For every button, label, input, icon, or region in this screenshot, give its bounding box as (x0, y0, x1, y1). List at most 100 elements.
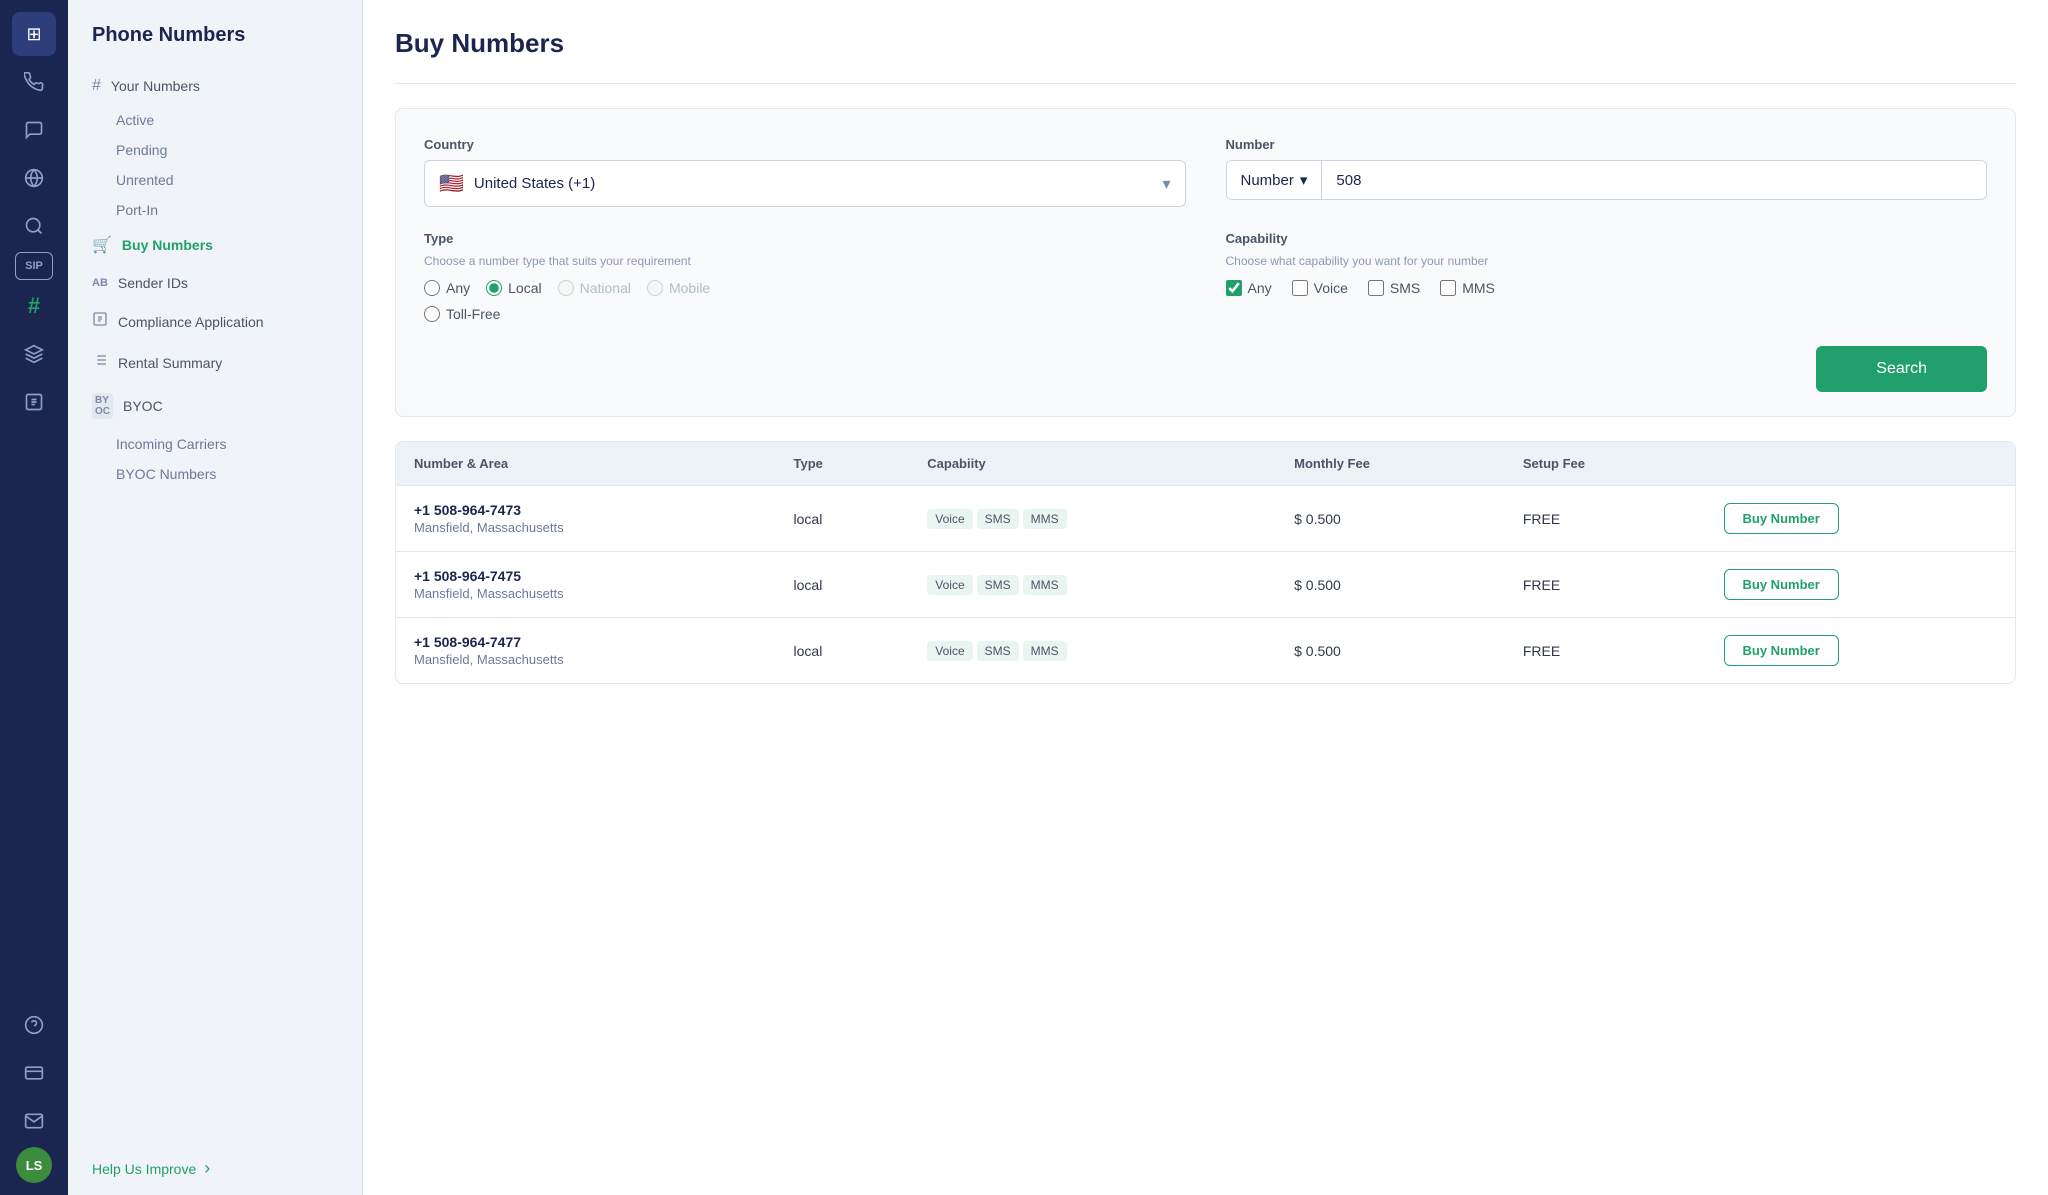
sip-icon[interactable]: SIP (15, 252, 53, 280)
search-icon[interactable] (12, 204, 56, 248)
cap-checkbox-mms[interactable] (1440, 280, 1456, 296)
type-section: Type Choose a number type that suits you… (424, 231, 1186, 322)
sidebar-item-rental-summary[interactable]: Rental Summary (68, 342, 362, 383)
layers-icon[interactable] (12, 332, 56, 376)
cell-monthly-fee: $ 0.500 (1276, 552, 1505, 618)
table-header-row: Number & Area Type Capabiity Monthly Fee… (396, 442, 2015, 486)
sidebar-sub-pending[interactable]: Pending (68, 135, 362, 165)
capability-badge: SMS (977, 641, 1019, 661)
cell-monthly-fee: $ 0.500 (1276, 486, 1505, 552)
buy-number-button[interactable]: Buy Number (1724, 503, 1839, 534)
buy-number-button[interactable]: Buy Number (1724, 569, 1839, 600)
number-col: Number Number ▾ (1226, 137, 1988, 207)
chat-icon[interactable] (12, 108, 56, 152)
number-label: Number (1226, 137, 1988, 152)
sidebar: Phone Numbers # Your Numbers Active Pend… (68, 0, 363, 1195)
capability-badge: MMS (1023, 641, 1067, 661)
search-button[interactable]: Search (1816, 346, 1987, 392)
type-radio-any[interactable] (424, 280, 440, 296)
mail-icon[interactable] (12, 1099, 56, 1143)
cell-monthly-fee: $ 0.500 (1276, 618, 1505, 684)
cap-checkbox-any[interactable] (1226, 280, 1242, 296)
cap-checkbox-voice[interactable] (1292, 280, 1308, 296)
help-icon[interactable] (12, 1003, 56, 1047)
sidebar-sub-active[interactable]: Active (68, 105, 362, 135)
billing-icon[interactable] (12, 1051, 56, 1095)
capability-badge: SMS (977, 575, 1019, 595)
type-label: Type (424, 231, 1186, 246)
sidebar-sub-portin[interactable]: Port-In (68, 195, 362, 225)
type-radio-group-2: Toll-Free (424, 306, 1186, 322)
byoc-icon: BYOC (92, 393, 113, 419)
cell-type: local (776, 618, 910, 684)
number-value-input[interactable] (1322, 161, 1986, 199)
country-label: Country (424, 137, 1186, 152)
capability-badge: SMS (977, 509, 1019, 529)
cap-option-voice[interactable]: Voice (1292, 280, 1348, 296)
col-setup-fee: Setup Fee (1505, 442, 1706, 486)
country-select[interactable]: 🇺🇸 United States (+1) ▾ (424, 160, 1186, 207)
phone-number: +1 508-964-7473 (414, 502, 758, 518)
grid-icon[interactable]: ⊞ (12, 12, 56, 56)
cap-option-mms[interactable]: MMS (1440, 280, 1495, 296)
cell-action: Buy Number (1706, 486, 2015, 552)
phone-icon[interactable] (12, 60, 56, 104)
type-radio-tollfree[interactable] (424, 306, 440, 322)
type-radio-national (558, 280, 574, 296)
hashtag-icon[interactable]: # (12, 284, 56, 328)
country-col: Country 🇺🇸 United States (+1) ▾ (424, 137, 1186, 207)
sidebar-item-your-numbers[interactable]: # Your Numbers (68, 67, 362, 105)
type-option-any[interactable]: Any (424, 280, 470, 296)
capability-badge: Voice (927, 509, 972, 529)
help-improve-label: Help Us Improve (92, 1161, 196, 1177)
document-icon[interactable] (12, 380, 56, 424)
capability-label: Capability (1226, 231, 1988, 246)
cell-type: local (776, 486, 910, 552)
cell-capabilities: VoiceSMSMMS (909, 486, 1276, 552)
sidebar-sub-unrented[interactable]: Unrented (68, 165, 362, 195)
number-type-select[interactable]: Number ▾ (1227, 161, 1323, 199)
buy-numbers-icon: 🛒 (92, 235, 112, 255)
sidebar-sub-incoming-carriers[interactable]: Incoming Carriers (68, 429, 362, 459)
type-option-tollfree[interactable]: Toll-Free (424, 306, 500, 322)
type-radio-group: Any Local National Mobile (424, 280, 1186, 296)
number-input-row: Number ▾ (1226, 160, 1988, 200)
main-content: Buy Numbers Country 🇺🇸 United States (+1… (363, 0, 2048, 1195)
type-option-national: National (558, 280, 631, 296)
capability-badge: Voice (927, 575, 972, 595)
chevron-down-icon: ▾ (1162, 174, 1170, 194)
capability-badge: MMS (1023, 575, 1067, 595)
filter-row-1: Country 🇺🇸 United States (+1) ▾ Number N… (424, 137, 1987, 207)
table-row: +1 508-964-7473 Mansfield, Massachusetts… (396, 486, 2015, 552)
cap-option-any[interactable]: Any (1226, 280, 1272, 296)
cell-number-area: +1 508-964-7477 Mansfield, Massachusetts (396, 618, 776, 684)
sidebar-sub-byoc-numbers[interactable]: BYOC Numbers (68, 459, 362, 489)
sidebar-item-byoc[interactable]: BYOC BYOC (68, 383, 362, 429)
cell-number-area: +1 508-964-7473 Mansfield, Massachusetts (396, 486, 776, 552)
sidebar-item-compliance[interactable]: Compliance Application (68, 301, 362, 342)
type-radio-local[interactable] (486, 280, 502, 296)
cap-checkbox-sms[interactable] (1368, 280, 1384, 296)
sidebar-footer-help[interactable]: Help Us Improve › (68, 1142, 362, 1195)
cell-capabilities: VoiceSMSMMS (909, 618, 1276, 684)
sidebar-item-sender-ids[interactable]: AB Sender IDs (68, 265, 362, 301)
globe-icon[interactable] (12, 156, 56, 200)
phone-number: +1 508-964-7477 (414, 634, 758, 650)
capability-checkbox-group: Any Voice SMS MMS (1226, 280, 1988, 296)
flag-icon: 🇺🇸 (439, 171, 464, 196)
cell-action: Buy Number (1706, 618, 2015, 684)
buy-number-button[interactable]: Buy Number (1724, 635, 1839, 666)
sidebar-item-buy-numbers[interactable]: 🛒 Buy Numbers (68, 225, 362, 265)
country-value: United States (+1) (474, 175, 1153, 192)
cell-setup-fee: FREE (1505, 618, 1706, 684)
cap-option-sms[interactable]: SMS (1368, 280, 1420, 296)
capability-badge: MMS (1023, 509, 1067, 529)
avatar[interactable]: LS (16, 1147, 52, 1183)
capability-badge: Voice (927, 641, 972, 661)
area-text: Mansfield, Massachusetts (414, 586, 758, 601)
type-option-local[interactable]: Local (486, 280, 541, 296)
col-monthly-fee: Monthly Fee (1276, 442, 1505, 486)
col-number-area: Number & Area (396, 442, 776, 486)
compliance-icon (92, 311, 108, 332)
results-table: Number & Area Type Capabiity Monthly Fee… (396, 442, 2015, 683)
